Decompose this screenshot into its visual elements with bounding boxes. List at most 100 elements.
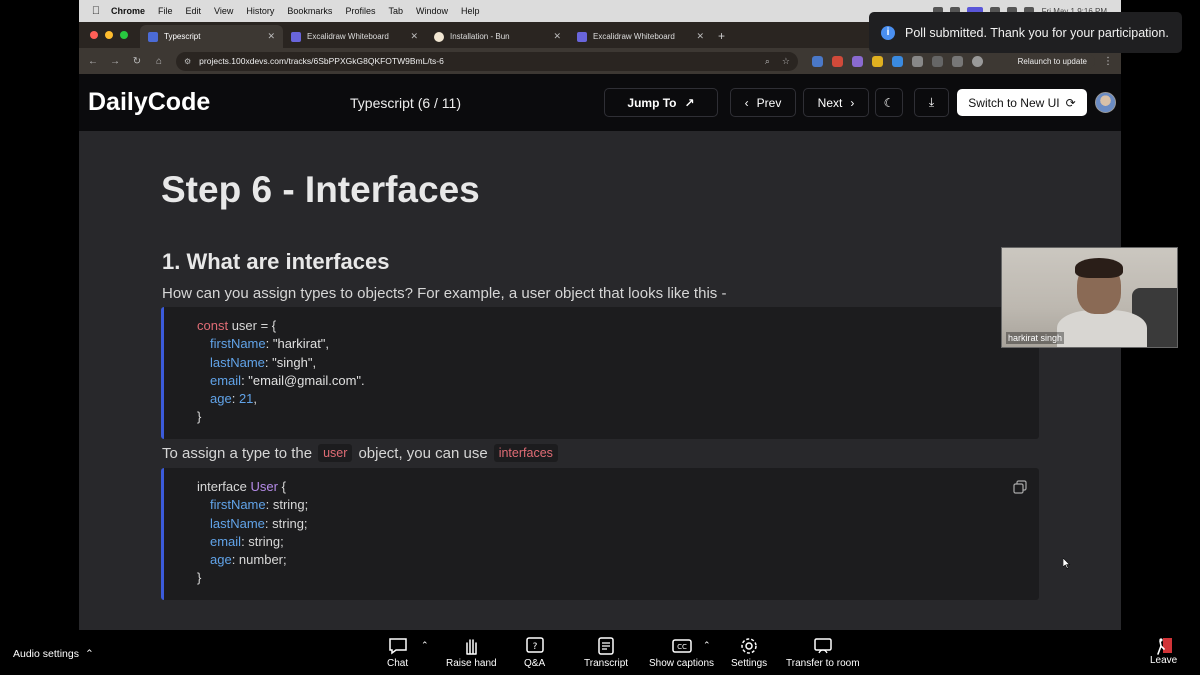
code-line: lastName: "singh", — [197, 354, 1039, 372]
back-icon[interactable]: ← — [82, 56, 104, 67]
transfer-to-room-button[interactable]: Transfer to room — [786, 637, 860, 669]
avatar[interactable] — [1095, 92, 1116, 113]
url-text[interactable]: projects.100xdevs.com/tracks/6SbPPXGkG8Q… — [199, 56, 765, 66]
site-logo[interactable]: DailyCode — [88, 88, 350, 117]
chevron-left-icon: ‹ — [744, 95, 749, 110]
menu-chrome[interactable]: Chrome — [111, 6, 145, 16]
address-bar[interactable]: ⚙ projects.100xdevs.com/tracks/6SbPPXGkG… — [176, 51, 798, 71]
code-property: lastName — [210, 515, 265, 531]
moon-icon: ☾ — [883, 95, 895, 110]
inline-code-user: user — [318, 444, 353, 462]
audio-settings-button[interactable]: Audio settings ⌃ — [13, 648, 94, 660]
jump-to-button[interactable]: Jump To ↗ — [604, 88, 718, 117]
captions-options-chevron-icon[interactable]: ⌃ — [703, 640, 711, 651]
extensions-puzzle-icon[interactable] — [912, 55, 923, 67]
tab-excalidraw[interactable]: Excalidraw Whiteboard ✕ — [283, 25, 426, 48]
qa-icon: ? — [525, 637, 544, 653]
extension-icon[interactable] — [852, 55, 863, 67]
tab-close-icon[interactable]: ✕ — [553, 31, 561, 42]
forward-icon[interactable]: → — [104, 56, 126, 67]
lesson-content: Step 6 - Interfaces 1. What are interfac… — [79, 131, 1121, 630]
paragraph-text: object, you can use — [358, 444, 488, 462]
menu-edit[interactable]: Edit — [186, 6, 202, 16]
jump-to-label: Jump To — [627, 95, 677, 110]
chat-options-chevron-icon[interactable]: ⌃ — [421, 640, 429, 651]
chat-button[interactable]: Chat — [387, 637, 408, 669]
code-text: : number; — [231, 552, 287, 568]
minimize-window-button[interactable] — [105, 31, 113, 39]
menu-help[interactable]: Help — [461, 6, 480, 16]
menu-profiles[interactable]: Profiles — [345, 6, 375, 16]
transcript-button[interactable]: Transcript — [584, 637, 628, 669]
raise-hand-button[interactable]: Raise hand — [446, 637, 497, 669]
chat-icon — [388, 638, 407, 655]
meeting-toolbar: Audio settings ⌃ Chat ⌃ Raise hand ? Q&A… — [0, 630, 1200, 675]
transfer-to-room-label: Transfer to room — [786, 658, 860, 669]
transcript-label: Transcript — [584, 658, 629, 669]
code-line: lastName: string; — [197, 515, 1039, 533]
code-property: age — [210, 552, 232, 568]
menu-tab[interactable]: Tab — [388, 6, 403, 16]
menu-file[interactable]: File — [158, 6, 173, 16]
participant-video[interactable]: harkirat singh — [1001, 247, 1178, 348]
transcript-icon — [598, 637, 614, 655]
settings-button[interactable]: Settings — [731, 637, 767, 669]
reload-icon[interactable]: ↻ — [126, 56, 148, 67]
extension-icon[interactable] — [832, 55, 843, 67]
qa-label: Q&A — [524, 658, 546, 669]
relaunch-button[interactable]: Relaunch to update — [1009, 53, 1095, 69]
cast-icon[interactable] — [932, 55, 943, 67]
menu-history[interactable]: History — [246, 6, 274, 16]
code-line: email: string; — [197, 533, 1039, 551]
menu-window[interactable]: Window — [416, 6, 448, 16]
paragraph-intro: How can you assign types to objects? For… — [162, 285, 727, 302]
tab-installation-bun[interactable]: Installation - Bun ✕ — [426, 25, 569, 48]
omnibox-actions: ⌕ ☆ — [765, 56, 790, 67]
code-text: user = { — [228, 318, 277, 333]
leave-button[interactable]: Leave — [1150, 637, 1177, 666]
code-line: age: number; — [197, 551, 1039, 569]
code-type: User — [250, 479, 278, 494]
download-button[interactable]: ⤓ — [914, 88, 949, 117]
new-tab-icon[interactable]: + — [718, 29, 725, 43]
extension-icon[interactable] — [812, 55, 823, 67]
menu-view[interactable]: View — [214, 6, 233, 16]
zoom-icon[interactable]: ⌕ — [765, 56, 770, 67]
close-window-button[interactable] — [90, 31, 98, 39]
bookmark-star-icon[interactable]: ☆ — [782, 56, 790, 67]
code-text: { — [277, 479, 286, 494]
tab-excalidraw-2[interactable]: Excalidraw Whiteboard ✕ — [569, 25, 712, 48]
extension-icon[interactable] — [872, 55, 883, 67]
next-label: Next — [817, 95, 843, 110]
tab-label: Excalidraw Whiteboard — [593, 32, 675, 41]
extension-icon[interactable] — [952, 55, 963, 67]
site-header: DailyCode Typescript (6 / 11) Jump To ↗ … — [79, 74, 1121, 131]
switch-ui-label: Switch to New UI — [968, 95, 1060, 110]
gear-icon — [741, 638, 757, 654]
qa-button[interactable]: ? Q&A — [524, 637, 545, 669]
prev-button[interactable]: ‹ Prev — [730, 88, 796, 117]
tab-close-icon[interactable]: ✕ — [410, 31, 418, 42]
next-button[interactable]: Next › — [803, 88, 869, 117]
zoom-window-button[interactable] — [120, 31, 128, 39]
chrome-menu-icon[interactable]: ⋮ — [1103, 56, 1113, 67]
tab-close-icon[interactable]: ✕ — [696, 31, 704, 42]
svg-text:CC: CC — [677, 643, 687, 651]
code-property: firstName — [210, 336, 266, 352]
extension-icon[interactable] — [892, 55, 903, 67]
site-info-icon[interactable]: ⚙ — [184, 57, 191, 66]
home-icon[interactable]: ⌂ — [148, 56, 170, 67]
tab-typescript[interactable]: Typescript ✕ — [140, 25, 283, 48]
copy-icon[interactable] — [1013, 480, 1027, 494]
tab-close-icon[interactable]: ✕ — [267, 31, 275, 42]
code-line: email: "email@gmail.com". — [197, 372, 1039, 390]
theme-toggle-button[interactable]: ☾ — [875, 88, 903, 117]
menu-bookmarks[interactable]: Bookmarks — [287, 6, 332, 16]
switch-ui-button[interactable]: Switch to New UI ⟳ — [957, 89, 1087, 116]
profile-icon[interactable] — [972, 55, 983, 67]
apple-icon[interactable]:  — [89, 5, 103, 17]
code-line: const user = { — [197, 317, 1039, 335]
extensions-bar — [812, 55, 983, 67]
poll-toast: i Poll submitted. Thank you for your par… — [869, 12, 1182, 53]
raise-hand-label: Raise hand — [446, 658, 497, 669]
